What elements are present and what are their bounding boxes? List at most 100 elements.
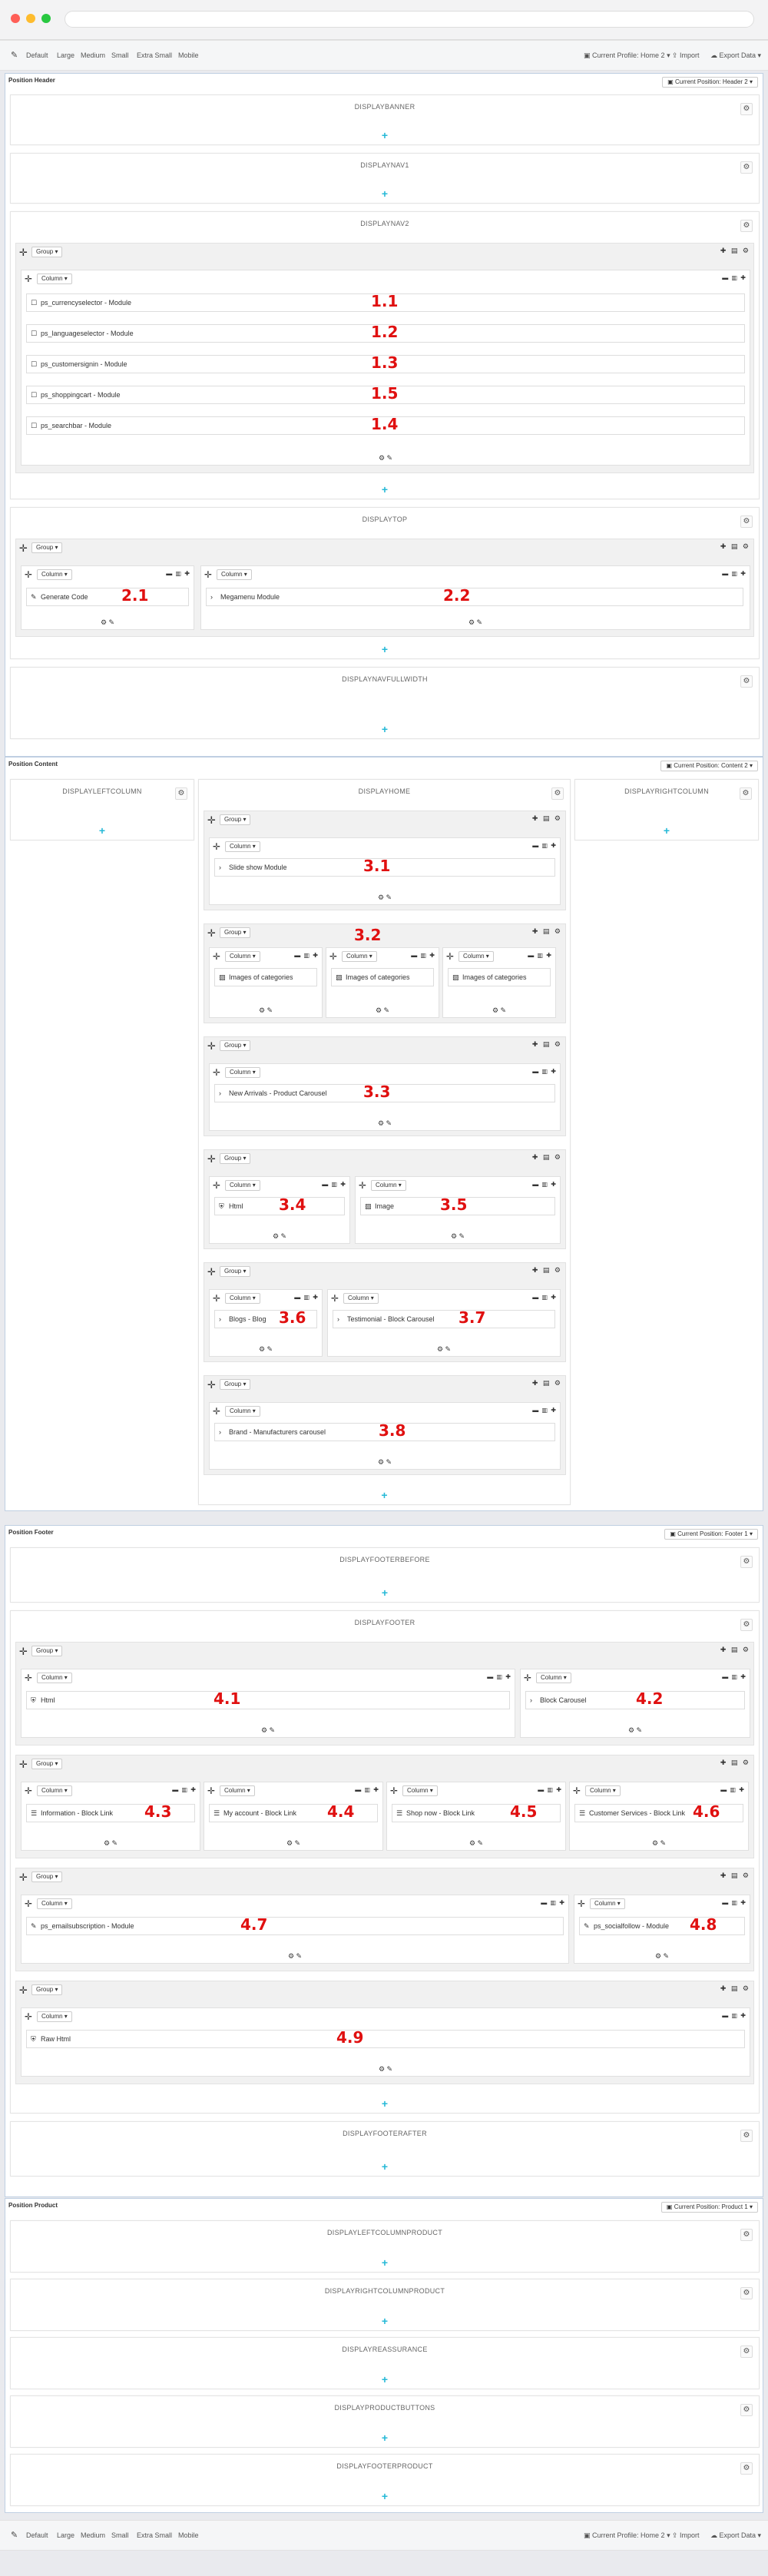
device-small[interactable]: Small <box>111 51 129 59</box>
add-column-icon[interactable]: ✛ <box>19 247 28 259</box>
group-controls-icon[interactable]: ✚ ▤ ⚙ <box>532 1266 562 1275</box>
device-default[interactable]: Default <box>26 51 48 59</box>
add-module-icon[interactable]: ✛ <box>25 1673 32 1683</box>
group-controls-icon[interactable]: ✚ ▤ ⚙ <box>720 247 750 255</box>
gear-icon[interactable]: ⚙ <box>740 1619 753 1631</box>
column-tools-icon[interactable]: ⚙ ✎ <box>210 1458 560 1467</box>
group-controls-icon[interactable]: ✚ ▤ ⚙ <box>532 814 562 823</box>
add-module-icon[interactable]: ✛ <box>213 1180 220 1191</box>
column-size-icon[interactable]: ▬ ▥ ✚ <box>322 1181 346 1188</box>
add-module-icon[interactable]: ✛ <box>213 841 220 852</box>
device-default[interactable]: Default <box>26 2531 48 2539</box>
add-module-icon[interactable]: ✛ <box>25 1898 32 1909</box>
column-size-icon[interactable]: ▬ ▥ ✚ <box>722 1673 746 1680</box>
gear-icon[interactable]: ⚙ <box>740 2130 753 2142</box>
column-size-icon[interactable]: ▬ ▥ ✚ <box>532 1181 557 1188</box>
url-bar[interactable] <box>65 11 754 28</box>
device-extra-small[interactable]: Extra Small <box>137 2531 172 2539</box>
column-size-icon[interactable]: ▬ ▥ ✚ <box>532 1407 557 1414</box>
device-medium[interactable]: Medium <box>81 2531 105 2539</box>
column-size-icon[interactable]: ▬ ▥ ✚ <box>172 1786 197 1793</box>
gear-icon[interactable]: ⚙ <box>740 1556 753 1568</box>
group-controls-icon[interactable]: ✚ ▤ ⚙ <box>720 1984 750 1993</box>
column-size-icon[interactable]: ▬ ▥ ✚ <box>538 1786 562 1793</box>
module-item[interactable]: ⛨ Raw Html <box>26 2030 745 2048</box>
add-module-icon[interactable]: ✛ <box>207 1785 215 1796</box>
column-tools-icon[interactable]: ⚙ ✎ <box>443 1006 555 1015</box>
column-tools-icon[interactable]: ⚙ ✎ <box>204 1839 382 1848</box>
gear-icon[interactable]: ⚙ <box>740 787 752 800</box>
column-tools-icon[interactable]: ⚙ ✎ <box>521 1726 750 1735</box>
column-tools-icon[interactable]: ⚙ ✎ <box>22 454 750 462</box>
column-tools-icon[interactable]: ⚙ ✎ <box>210 1345 322 1354</box>
group-button[interactable]: Group ▾ <box>220 1266 251 1277</box>
add-module-icon[interactable]: ✛ <box>578 1898 585 1909</box>
group-button[interactable]: Group ▾ <box>31 542 63 553</box>
import-button[interactable]: ⇪ Import <box>672 51 700 60</box>
column-size-icon[interactable]: ▬ ▥ ✚ <box>532 842 557 849</box>
group-controls-icon[interactable]: ✚ ▤ ⚙ <box>720 1871 750 1880</box>
group-button[interactable]: Group ▾ <box>220 814 251 825</box>
export-button[interactable]: ☁ Export Data ▾ <box>710 2531 761 2540</box>
group-button[interactable]: Group ▾ <box>220 1040 251 1051</box>
add-column-icon[interactable]: ✛ <box>207 814 216 827</box>
device-mobile[interactable]: Mobile <box>178 2531 199 2539</box>
add-column-icon[interactable]: ✛ <box>19 1759 28 1771</box>
add-module-icon[interactable]: ✛ <box>213 1293 220 1304</box>
column-tools-icon[interactable]: ⚙ ✎ <box>356 1232 560 1241</box>
column-tools-icon[interactable]: ⚙ ✎ <box>22 2065 750 2074</box>
column-tools-icon[interactable]: ⚙ ✎ <box>574 1952 750 1961</box>
maximize-dot-icon[interactable] <box>41 14 51 23</box>
profile-select[interactable]: ▣ Current Profile: Home 2 ▾ <box>584 51 670 60</box>
add-row-icon[interactable]: + <box>11 483 759 496</box>
column-button[interactable]: Column ▾ <box>342 951 377 962</box>
column-tools-icon[interactable]: ⚙ ✎ <box>22 1839 200 1848</box>
export-button[interactable]: ☁ Export Data ▾ <box>710 51 761 60</box>
column-tools-icon[interactable]: ⚙ ✎ <box>22 1726 515 1735</box>
minimize-dot-icon[interactable] <box>26 14 35 23</box>
gear-icon[interactable]: ⚙ <box>740 220 753 232</box>
add-column-icon[interactable]: ✛ <box>207 1379 216 1391</box>
column-tools-icon[interactable]: ⚙ ✎ <box>22 618 194 627</box>
add-module-icon[interactable]: ✛ <box>25 2011 32 2022</box>
column-button[interactable]: Column ▾ <box>225 1180 260 1191</box>
add-module-icon[interactable]: ✛ <box>359 1180 366 1191</box>
position-select[interactable]: ▣ Current Position: Header 2 ▾ <box>662 77 758 88</box>
column-button[interactable]: Column ▾ <box>402 1785 438 1796</box>
column-button[interactable]: Column ▾ <box>37 1673 72 1683</box>
module-item[interactable]: ⛨ Html <box>26 1691 510 1709</box>
group-controls-icon[interactable]: ✚ ▤ ⚙ <box>720 1646 750 1654</box>
device-mobile[interactable]: Mobile <box>178 51 199 59</box>
column-button[interactable]: Column ▾ <box>225 951 260 962</box>
module-item[interactable]: ▨ Images of categories <box>214 968 317 986</box>
group-button[interactable]: Group ▾ <box>31 247 63 257</box>
add-module-icon[interactable]: ✛ <box>331 1293 339 1304</box>
add-row-icon[interactable]: + <box>11 2432 759 2444</box>
add-row-icon[interactable]: + <box>11 643 759 655</box>
import-button[interactable]: ⇪ Import <box>672 2531 700 2540</box>
column-size-icon[interactable]: ▬ ▥ ✚ <box>720 1786 745 1793</box>
device-small[interactable]: Small <box>111 2531 129 2539</box>
add-row-icon[interactable]: + <box>11 187 759 200</box>
module-item[interactable]: ✎ Generate Code <box>26 588 189 606</box>
add-row-icon[interactable]: + <box>11 2315 759 2327</box>
position-select[interactable]: ▣ Current Position: Footer 1 ▾ <box>664 1529 758 1540</box>
column-button[interactable]: Column ▾ <box>225 841 260 852</box>
module-item[interactable]: › Block Carousel <box>525 1691 745 1709</box>
add-module-icon[interactable]: ✛ <box>390 1785 398 1796</box>
column-button[interactable]: Column ▾ <box>458 951 494 962</box>
column-button[interactable]: Column ▾ <box>217 569 252 580</box>
column-size-icon[interactable]: ▬ ▥ ✚ <box>532 1294 557 1301</box>
gear-icon[interactable]: ⚙ <box>740 103 753 115</box>
add-row-icon[interactable]: + <box>11 1586 759 1599</box>
group-controls-icon[interactable]: ✚ ▤ ⚙ <box>720 542 750 551</box>
column-tools-icon[interactable]: ⚙ ✎ <box>210 1232 349 1241</box>
column-button[interactable]: Column ▾ <box>225 1406 260 1417</box>
group-button[interactable]: Group ▾ <box>220 927 251 938</box>
column-button[interactable]: Column ▾ <box>225 1067 260 1078</box>
add-row-icon[interactable]: + <box>11 2256 759 2269</box>
column-button[interactable]: Column ▾ <box>37 1898 72 1909</box>
column-size-icon[interactable]: ▬ ▥ ✚ <box>487 1673 511 1680</box>
column-tools-icon[interactable]: ⚙ ✎ <box>328 1345 560 1354</box>
add-column-icon[interactable]: ✛ <box>19 1646 28 1658</box>
